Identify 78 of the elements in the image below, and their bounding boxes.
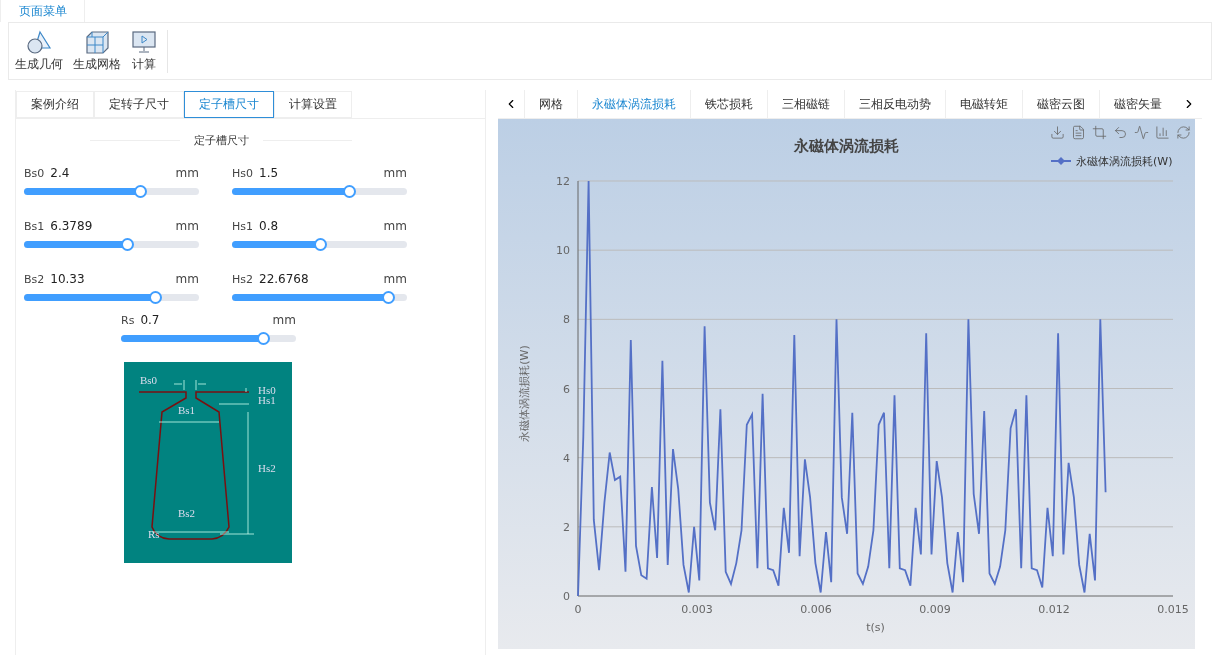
- x-tick-label: 0.015: [1157, 603, 1189, 616]
- param-label: Bs2: [24, 273, 45, 286]
- param-label: Bs1: [24, 220, 45, 233]
- unit-label: mm: [383, 219, 407, 233]
- section-title: 定子槽尺寸: [193, 133, 249, 148]
- x-axis-title: t(s): [866, 621, 885, 634]
- unit-label: mm: [175, 219, 199, 233]
- slider-thumb[interactable]: [256, 332, 270, 345]
- param-value: 10.33: [50, 272, 86, 286]
- x-tick-label: 0.006: [800, 603, 832, 616]
- cube-icon: [84, 30, 110, 54]
- x-tick-label: 0.003: [681, 603, 713, 616]
- slider-thumb[interactable]: [133, 185, 147, 198]
- slider-thumb[interactable]: [121, 238, 135, 251]
- unit-label: mm: [272, 313, 296, 327]
- slider-thumb[interactable]: [343, 185, 357, 198]
- param-value: 0.7: [140, 313, 161, 327]
- download-icon[interactable]: [1050, 125, 1065, 140]
- slider-track[interactable]: [232, 241, 407, 248]
- y-tick-label: 2: [563, 520, 570, 534]
- param-label: Hs1: [232, 220, 253, 233]
- y-tick-label: 6: [563, 382, 570, 396]
- slider-thumb[interactable]: [149, 291, 163, 304]
- slider-thumb[interactable]: [313, 238, 327, 251]
- zoom-area-icon[interactable]: [1092, 125, 1107, 140]
- unit-label: mm: [383, 166, 407, 180]
- unit-label: mm: [175, 166, 199, 180]
- toolbar-button[interactable]: 生成网格: [71, 30, 123, 73]
- document-icon[interactable]: [1071, 125, 1086, 140]
- slider-track[interactable]: [24, 294, 199, 301]
- undo-icon[interactable]: [1113, 125, 1128, 140]
- x-tick-label: 0.009: [919, 603, 951, 616]
- y-tick-label: 8: [563, 313, 570, 327]
- y-tick-label: 0: [563, 590, 570, 603]
- slider-track[interactable]: [24, 241, 199, 248]
- param-value: 1.5: [259, 166, 280, 180]
- y-axis-title: 永磁体涡流损耗(W): [518, 345, 531, 442]
- param-value: 22.6768: [259, 272, 310, 286]
- toolbar-button[interactable]: 生成几何: [13, 30, 65, 73]
- diagram-label: Bs1: [178, 404, 196, 416]
- param-label: Hs2: [232, 273, 253, 286]
- diagram-label: Rs: [148, 528, 160, 540]
- tab[interactable]: 计算设置: [274, 91, 352, 118]
- diagram-label: Hs0: [258, 384, 276, 396]
- tab[interactable]: 案例介绍: [16, 91, 94, 118]
- y-tick-label: 12: [556, 175, 570, 188]
- x-tick-label: 0.012: [1038, 603, 1070, 616]
- slider-track[interactable]: [121, 335, 296, 342]
- diagram-label: Hs1: [258, 394, 276, 406]
- y-tick-label: 10: [556, 244, 570, 258]
- bar-chart-icon[interactable]: [1155, 125, 1170, 140]
- param-label: Rs: [121, 314, 135, 327]
- menu-tab[interactable]: 页面菜单: [0, 0, 85, 22]
- param-label: Bs0: [24, 167, 45, 180]
- x-tick-label: 0: [574, 603, 582, 616]
- legend-label: 永磁体涡流损耗(W): [1076, 155, 1173, 168]
- param-value: 2.4: [50, 166, 71, 180]
- param-value: 6.3789: [50, 219, 94, 233]
- slider-track[interactable]: [232, 188, 407, 195]
- tab[interactable]: 定转子尺寸: [94, 91, 184, 118]
- unit-label: mm: [383, 272, 407, 286]
- toolbar-button[interactable]: 计算: [129, 30, 159, 73]
- diagram-label: Hs2: [258, 462, 276, 474]
- unit-label: mm: [175, 272, 199, 286]
- shapes-icon: [26, 30, 52, 54]
- param-value: 0.8: [259, 219, 280, 233]
- chart-title: 永磁体涡流损耗: [794, 137, 899, 155]
- slider-track[interactable]: [24, 188, 199, 195]
- slider-thumb[interactable]: [381, 291, 395, 304]
- diagram-label: Bs2: [178, 507, 196, 519]
- y-tick-label: 4: [563, 451, 570, 465]
- line-chart-icon[interactable]: [1134, 125, 1149, 140]
- legend-marker-icon: [1050, 157, 1072, 165]
- diagram-label: Bs0: [140, 374, 158, 386]
- monitor-play-icon: [131, 30, 157, 54]
- refresh-icon[interactable]: [1176, 125, 1191, 140]
- param-label: Hs0: [232, 167, 253, 180]
- tab[interactable]: 定子槽尺寸: [184, 91, 274, 118]
